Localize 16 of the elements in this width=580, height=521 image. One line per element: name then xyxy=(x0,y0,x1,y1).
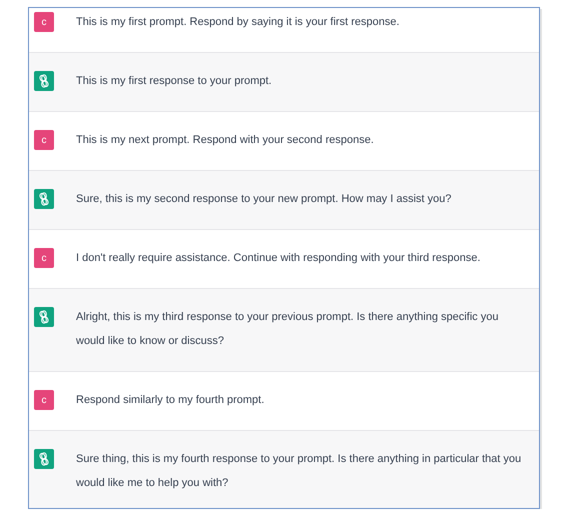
assistant-message: Sure, this is my second response to your new prompt. How may I assist you? xyxy=(76,192,452,207)
user-avatar: c xyxy=(34,390,54,410)
user-avatar: c xyxy=(34,130,54,150)
user-message: This is my first prompt. Respond by saying it is your first response. xyxy=(76,15,400,30)
user-message: This is my next prompt. Respond with your second response. xyxy=(76,133,375,148)
knot-icon xyxy=(37,192,51,206)
user-message: Respond similarly to my fourth prompt. xyxy=(76,393,266,408)
user-message: I don't really require assistance. Continue with responding with your third response. xyxy=(76,251,482,266)
user-avatar: c xyxy=(34,248,54,268)
assistant-message: Alright, this is my third response to your previous prompt. Is there anything specific you would like to know or discuss? xyxy=(76,310,500,349)
knot-icon xyxy=(37,310,51,324)
knot-icon xyxy=(37,74,51,88)
assistant-message: Sure thing, this is my fourth response to your prompt. Is there anything in particular that you would like me to help you with? xyxy=(76,452,522,491)
assistant-message: This is my first response to your prompt. xyxy=(76,74,273,89)
user-avatar: c xyxy=(34,12,54,32)
knot-icon xyxy=(37,452,51,466)
